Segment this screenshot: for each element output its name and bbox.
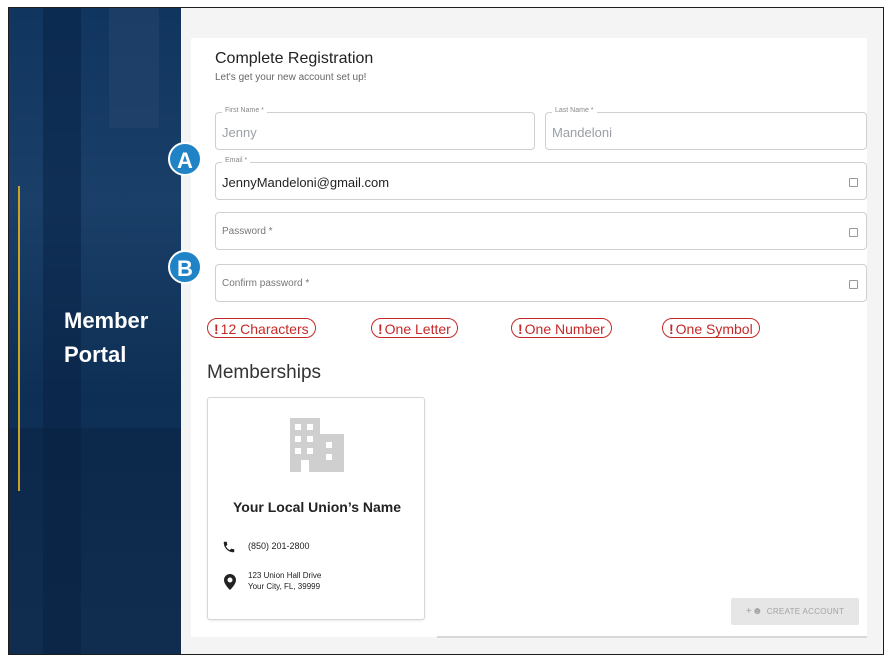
requirement-label: One Symbol bbox=[675, 321, 753, 337]
requirement-one-number: ! One Number bbox=[511, 318, 612, 338]
requirement-label: One Letter bbox=[384, 321, 451, 337]
app-frame: Member Portal Complete Registration Let'… bbox=[8, 7, 884, 655]
first-name-field[interactable]: First Name * Jenny bbox=[215, 107, 535, 150]
requirement-label: One Number bbox=[524, 321, 605, 337]
phone-icon bbox=[223, 541, 235, 553]
union-address-line-2: Your City, FL, 39999 bbox=[248, 582, 321, 591]
confirm-password-placeholder: Confirm password * bbox=[222, 278, 310, 289]
union-name: Your Local Union’s Name bbox=[232, 499, 402, 515]
page-subtitle: Let's get your new account set up! bbox=[215, 72, 367, 83]
building-icon bbox=[290, 418, 344, 472]
confirm-password-field[interactable]: Confirm password * bbox=[215, 264, 867, 302]
memberships-title: Memberships bbox=[207, 362, 322, 383]
union-address-line-1: 123 Union Hall Drive bbox=[248, 571, 322, 580]
requirement-label: 12 Characters bbox=[220, 321, 309, 337]
registration-card: Complete Registration Let's get your new… bbox=[191, 38, 867, 358]
add-person-icon: +☻ bbox=[745, 606, 763, 617]
membership-card[interactable]: Your Local Union’s Name (850) 201-2800 1… bbox=[207, 397, 425, 620]
password-field[interactable]: Password * bbox=[215, 212, 867, 250]
location-pin-icon bbox=[224, 574, 236, 590]
union-phone: (850) 201-2800 bbox=[248, 541, 310, 551]
brand-line-1: Member bbox=[64, 308, 149, 333]
main-content: Complete Registration Let's get your new… bbox=[181, 8, 883, 654]
brand-title: Member Portal bbox=[64, 304, 148, 372]
warning-icon: ! bbox=[378, 321, 383, 337]
first-name-label: First Name * bbox=[222, 107, 267, 114]
last-name-label: Last Name * bbox=[552, 107, 597, 114]
email-label: Email * bbox=[222, 157, 251, 164]
requirement-one-symbol: ! One Symbol bbox=[662, 318, 760, 338]
divider bbox=[437, 636, 867, 638]
requirement-one-letter: ! One Letter bbox=[371, 318, 458, 338]
first-name-value: Jenny bbox=[222, 125, 257, 140]
annotation-badge-b: B bbox=[168, 250, 202, 284]
email-value: JennyMandeloni@gmail.com bbox=[222, 175, 390, 190]
annotation-badge-a: A bbox=[168, 142, 202, 176]
email-field[interactable]: Email * JennyMandeloni@gmail.com bbox=[215, 157, 867, 200]
field-trailing-icon bbox=[849, 228, 858, 237]
warning-icon: ! bbox=[669, 321, 674, 337]
background-decoration bbox=[109, 8, 159, 128]
create-account-button[interactable]: +☻ CREATE ACCOUNT bbox=[731, 598, 859, 625]
last-name-field[interactable]: Last Name * Mandeloni bbox=[545, 107, 867, 150]
create-account-label: CREATE ACCOUNT bbox=[766, 607, 845, 616]
brand-line-2: Portal bbox=[64, 342, 127, 367]
requirement-12-characters: ! 12 Characters bbox=[207, 318, 316, 338]
last-name-value: Mandeloni bbox=[552, 125, 612, 140]
field-trailing-icon bbox=[849, 178, 858, 187]
accent-line bbox=[18, 186, 20, 491]
page-title: Complete Registration bbox=[215, 50, 374, 67]
background-decoration bbox=[9, 428, 181, 654]
field-trailing-icon bbox=[849, 280, 858, 289]
warning-icon: ! bbox=[518, 321, 523, 337]
warning-icon: ! bbox=[214, 321, 219, 337]
password-placeholder: Password * bbox=[222, 226, 273, 237]
brand-panel: Member Portal bbox=[9, 8, 181, 654]
